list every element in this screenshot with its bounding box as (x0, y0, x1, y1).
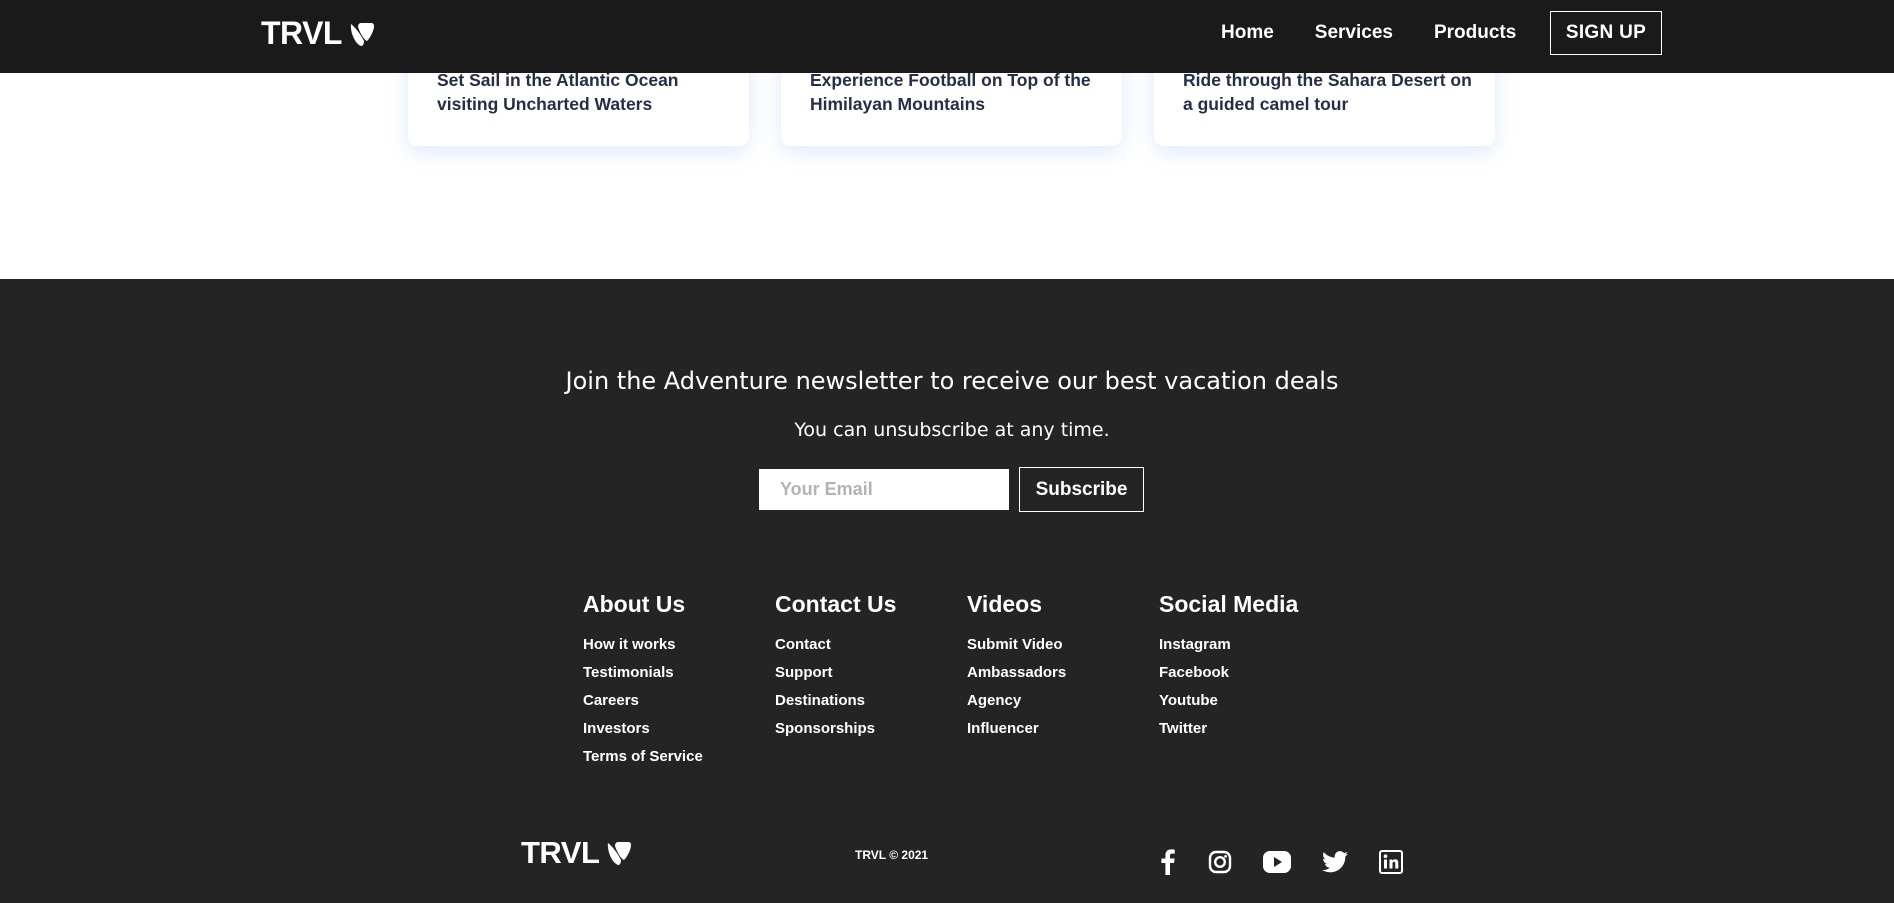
footer-link-youtube[interactable]: Youtube (1159, 693, 1298, 722)
footer-link-instagram[interactable]: Instagram (1159, 637, 1298, 666)
nav-link-services[interactable]: Services (1315, 22, 1393, 44)
signup-button[interactable]: SIGN UP (1550, 11, 1662, 55)
twitter-icon[interactable] (1320, 848, 1350, 876)
footer-link-how-it-works[interactable]: How it works (583, 637, 703, 666)
logo-text: TRVL (261, 15, 342, 51)
navbar-logo[interactable]: TRVL (261, 15, 376, 52)
copyright-text: TRVL © 2021 (855, 848, 929, 862)
footer-column-social: Social Media Instagram Facebook Youtube … (1159, 591, 1298, 750)
footer-link-ambassadors[interactable]: Ambassadors (967, 665, 1066, 694)
nav-link-products[interactable]: Products (1434, 22, 1516, 44)
instagram-icon[interactable] (1205, 848, 1235, 876)
footer-link-destinations[interactable]: Destinations (775, 693, 896, 722)
card-title: Ride through the Sahara Desert on a guid… (1183, 70, 1472, 114)
subscribe-button[interactable]: Subscribe (1019, 467, 1144, 512)
card-title: Experience Football on Top of the Himila… (810, 70, 1091, 114)
footer-logo[interactable]: TRVL (521, 835, 633, 871)
footer-link-testimonials[interactable]: Testimonials (583, 665, 703, 694)
footer-link-influencer[interactable]: Influencer (967, 721, 1066, 750)
nav-link-home[interactable]: Home (1221, 22, 1274, 44)
column-title: Social Media (1159, 591, 1299, 617)
facebook-icon[interactable] (1153, 848, 1183, 876)
footer-link-agency[interactable]: Agency (967, 693, 1066, 722)
footer-link-investors[interactable]: Investors (583, 721, 703, 750)
card-title: Set Sail in the Atlantic Ocean visiting … (437, 70, 679, 114)
footer: Join the Adventure newsletter to receive… (0, 279, 1894, 903)
footer-link-submit-video[interactable]: Submit Video (967, 637, 1066, 666)
footer-link-support[interactable]: Support (775, 665, 896, 694)
column-title: Contact Us (775, 591, 897, 617)
footer-column-about: About Us How it works Testimonials Caree… (583, 591, 703, 778)
footer-link-twitter[interactable]: Twitter (1159, 721, 1298, 750)
email-input[interactable] (759, 469, 1009, 510)
typo3-logo-icon (350, 22, 374, 46)
navbar: TRVL Home Services Products SIGN UP (0, 0, 1894, 73)
typo3-logo-icon (608, 842, 632, 865)
logo-text: TRVL (521, 835, 600, 870)
footer-link-contact[interactable]: Contact (775, 637, 896, 666)
footer-column-contact: Contact Us Contact Support Destinations … (775, 591, 896, 750)
column-title: About Us (583, 591, 686, 617)
newsletter-heading: Join the Adventure newsletter to receive… (565, 367, 1339, 395)
footer-link-sponsorships[interactable]: Sponsorships (775, 721, 896, 750)
nav-links: Home Services Products (1221, 22, 1516, 44)
column-title: Videos (967, 591, 1042, 617)
footer-link-terms[interactable]: Terms of Service (583, 749, 703, 778)
youtube-icon[interactable] (1262, 848, 1292, 876)
footer-link-careers[interactable]: Careers (583, 693, 703, 722)
linkedin-icon[interactable] (1376, 848, 1406, 876)
footer-link-facebook[interactable]: Facebook (1159, 665, 1298, 694)
footer-column-videos: Videos Submit Video Ambassadors Agency I… (967, 591, 1066, 750)
newsletter-subtext: You can unsubscribe at any time. (794, 419, 1110, 441)
